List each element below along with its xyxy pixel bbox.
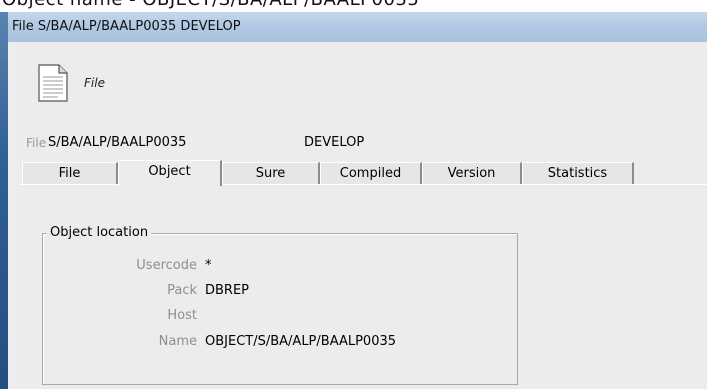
title-bar[interactable]: File S/BA/ALP/BAALP0035 DEVELOP [8, 12, 707, 42]
host-label: Host [167, 308, 197, 323]
environment-name: DEVELOP [304, 135, 365, 150]
file-properties-window: File S/BA/ALP/BAALP0035 DEVELOP File Fil… [8, 12, 707, 389]
tab-version[interactable]: Version [422, 162, 522, 184]
file-path: S/BA/ALP/BAALP0035 [48, 135, 187, 150]
window-title: File S/BA/ALP/BAALP0035 DEVELOP [12, 19, 241, 34]
usercode-label: Usercode [136, 258, 197, 273]
name-label: Name [158, 334, 197, 349]
object-location-legend: Object location [47, 225, 152, 240]
tab-compiled[interactable]: Compiled [320, 162, 422, 184]
pack-value: DBREP [205, 283, 250, 298]
tab-object[interactable]: Object [118, 160, 222, 186]
object-location-group: Object location Usercode * Pack DBREP Ho… [42, 225, 518, 385]
background-window-edge [0, 12, 8, 389]
usercode-value: * [205, 258, 212, 273]
file-info-label: File [26, 136, 47, 150]
icon-caption: File [84, 76, 105, 90]
object-tab-panel: Object location Usercode * Pack DBREP Ho… [20, 184, 707, 389]
name-value: OBJECT/S/BA/ALP/BAALP0035 [205, 334, 397, 349]
tab-strip: File Object Sure Compiled Version Statis… [22, 160, 707, 186]
clipped-top-caption: Object name - OBJECT/S/BA/ALP/BAALP0035 [0, 0, 707, 12]
window-client-area: File File S/BA/ALP/BAALP0035 DEVELOP Fil… [14, 42, 707, 389]
document-icon [38, 64, 68, 102]
tab-file[interactable]: File [22, 162, 118, 184]
tab-statistics[interactable]: Statistics [522, 162, 634, 184]
tab-sure[interactable]: Sure [222, 162, 320, 184]
clipped-top-text: Object name - OBJECT/S/BA/ALP/BAALP0035 [2, 0, 419, 10]
pack-label: Pack [167, 283, 197, 298]
